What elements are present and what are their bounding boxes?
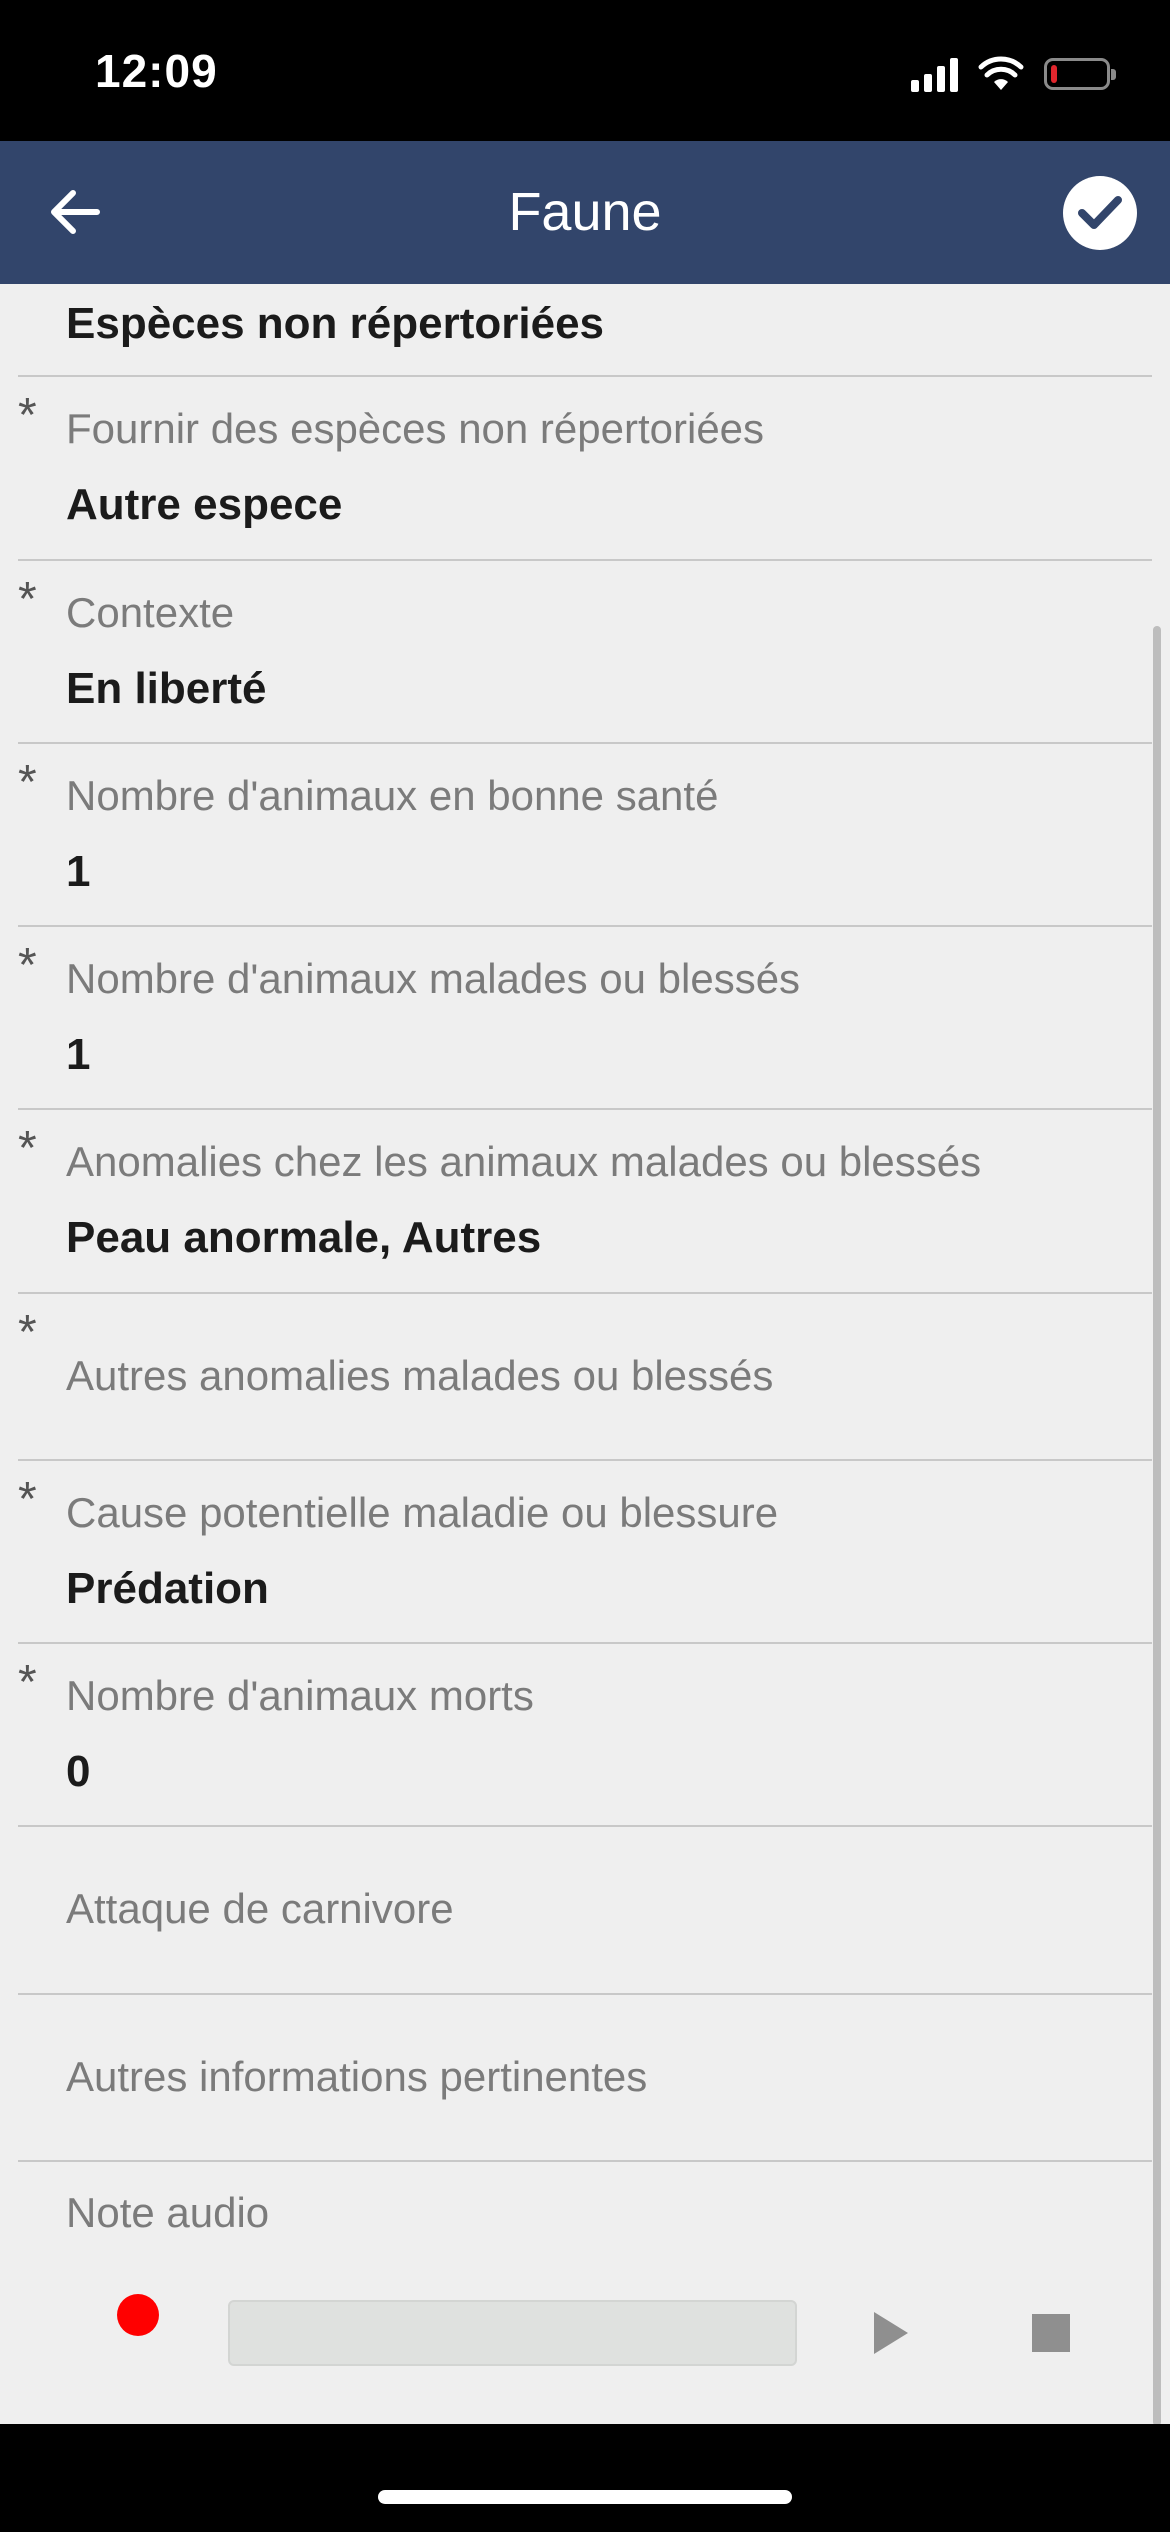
- battery-icon: [1044, 58, 1116, 90]
- battery-level: [1051, 65, 1057, 83]
- check-icon: [1078, 196, 1122, 229]
- form-content[interactable]: Espèces non répertoriées * Fournir des e…: [0, 284, 1170, 2424]
- required-marker: *: [18, 1122, 37, 1175]
- field-row-provide-species[interactable]: * Fournir des espèces non répertoriées A…: [18, 377, 1152, 561]
- field-label: Nombre d'animaux malades ou blessés: [66, 955, 801, 1002]
- field-label: Anomalies chez les animaux malades ou bl…: [66, 1138, 982, 1185]
- field-value: 1: [66, 847, 91, 896]
- field-row-sick-count[interactable]: * Nombre d'animaux malades ou blessés 1: [18, 927, 1152, 1110]
- field-value: En liberté: [66, 664, 267, 713]
- field-label: Attaque de carnivore: [66, 1885, 454, 1932]
- status-time: 12:09: [95, 45, 218, 97]
- app-header: Faune: [0, 141, 1170, 284]
- field-row-potential-cause[interactable]: * Cause potentielle maladie ou blessure …: [18, 1461, 1152, 1644]
- status-bar: 12:09: [0, 0, 1170, 141]
- required-marker: *: [18, 1306, 37, 1359]
- field-label: Nombre d'animaux en bonne santé: [66, 772, 719, 819]
- field-label: Autres informations pertinentes: [66, 2053, 648, 2100]
- field-label: Fournir des espèces non répertoriées: [66, 405, 765, 452]
- field-label: Nombre d'animaux morts: [66, 1672, 534, 1719]
- field-row-other-anomalies[interactable]: * Autres anomalies malades ou blessés: [18, 1294, 1152, 1461]
- field-row-carnivore-attack[interactable]: Attaque de carnivore: [18, 1827, 1152, 1995]
- scrollbar[interactable]: [1153, 626, 1161, 2424]
- field-label: Contexte: [66, 589, 235, 636]
- home-indicator[interactable]: [378, 2490, 792, 2504]
- field-row-other-info[interactable]: Autres informations pertinentes: [18, 1995, 1152, 2162]
- required-marker: *: [18, 573, 37, 626]
- field-row-anomalies[interactable]: * Anomalies chez les animaux malades ou …: [18, 1110, 1152, 1294]
- cellular-signal-icon: [911, 56, 958, 92]
- audio-progress-bar[interactable]: [228, 2300, 797, 2366]
- arrow-left-icon: [51, 190, 100, 234]
- field-label: Cause potentielle maladie ou blessure: [66, 1489, 779, 1536]
- back-button[interactable]: [40, 177, 110, 247]
- field-value: Autre espece: [66, 480, 343, 529]
- field-value: 1: [66, 1030, 91, 1079]
- field-value: Espèces non répertoriées: [66, 299, 605, 348]
- field-row-dead-count[interactable]: * Nombre d'animaux morts 0: [18, 1644, 1152, 1827]
- stop-icon[interactable]: [1032, 2314, 1070, 2352]
- status-icons: [911, 52, 1116, 96]
- field-row-context[interactable]: * Contexte En liberté: [18, 561, 1152, 744]
- required-marker: *: [18, 939, 37, 992]
- field-row-unlisted-species[interactable]: Espèces non répertoriées: [18, 284, 1152, 377]
- bottom-bar: [0, 2424, 1170, 2532]
- required-marker: *: [18, 756, 37, 809]
- field-value: 0: [66, 1747, 91, 1796]
- field-value: Prédation: [66, 1564, 269, 1613]
- required-marker: *: [18, 1656, 37, 1709]
- required-marker: *: [18, 1473, 37, 1526]
- confirm-button[interactable]: [1063, 176, 1137, 250]
- play-icon[interactable]: [874, 2312, 908, 2354]
- field-label: Autres anomalies malades ou blessés: [66, 1352, 774, 1399]
- required-marker: *: [18, 389, 37, 442]
- field-row-healthy-count[interactable]: * Nombre d'animaux en bonne santé 1: [18, 744, 1152, 927]
- wifi-icon: [978, 56, 1024, 90]
- field-value: Peau anormale, Autres: [66, 1213, 542, 1262]
- audio-note-label: Note audio: [66, 2189, 270, 2236]
- page-title: Faune: [508, 182, 662, 242]
- record-icon[interactable]: [117, 2294, 159, 2336]
